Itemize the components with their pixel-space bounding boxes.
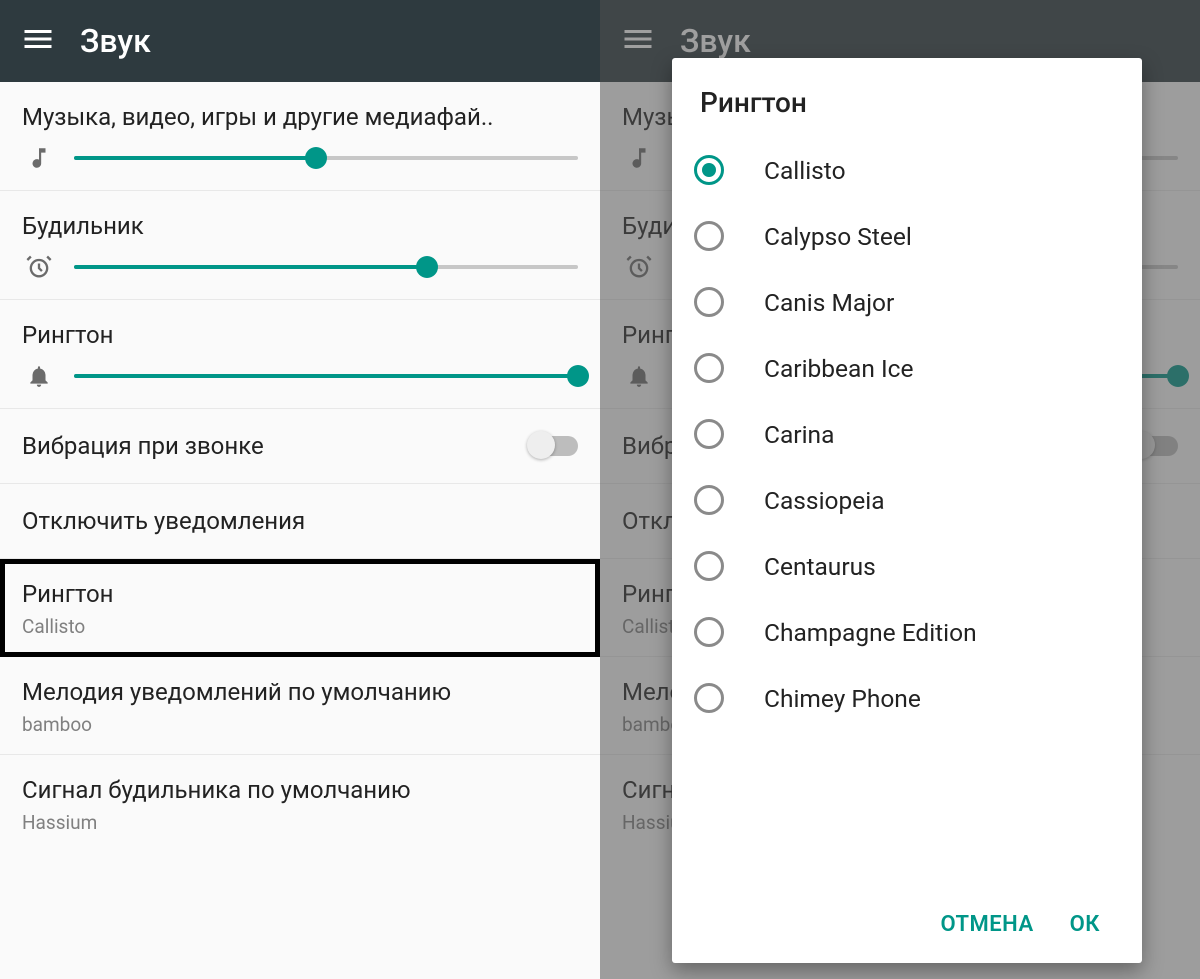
sound-settings-screen: Звук Музыка, видео, игры и другие медиаф… [0, 0, 600, 979]
radio-icon[interactable] [694, 617, 724, 647]
alarm-volume-label: Будильник [22, 211, 578, 241]
ringtone-volume-slider[interactable] [74, 362, 578, 390]
alarm-sound-value: Hassium [22, 811, 578, 834]
alarm-volume-row: Будильник [0, 191, 600, 300]
ringtone-option[interactable]: Carina [672, 401, 1142, 467]
page-title: Звук [80, 22, 151, 60]
do-not-disturb-row[interactable]: Отключить уведомления [0, 484, 600, 559]
ringtone-row-value: Callisto [22, 615, 578, 638]
ringtone-option-label: Cassiopeia [764, 486, 885, 515]
ringtone-option[interactable]: Caribbean Ice [672, 335, 1142, 401]
dialog-actions: ОТМЕНА ОК [672, 892, 1142, 963]
radio-icon[interactable] [694, 155, 724, 185]
appbar: Звук [0, 0, 600, 82]
ringtone-option-label: Carina [764, 420, 834, 449]
cancel-button[interactable]: ОТМЕНА [940, 912, 1033, 937]
notification-sound-value: bamboo [22, 713, 578, 736]
media-volume-label: Музыка, видео, игры и другие медиафай.. [22, 102, 578, 132]
ringtone-option-label: Canis Major [764, 288, 894, 317]
radio-icon[interactable] [694, 485, 724, 515]
radio-icon[interactable] [694, 353, 724, 383]
ringtone-option[interactable]: Cassiopeia [672, 467, 1142, 533]
ringtone-option-label: Calypso Steel [764, 222, 912, 251]
vibrate-on-ring-row[interactable]: Вибрация при звонке [0, 409, 600, 484]
ringtone-option[interactable]: Chimey Phone [672, 665, 1142, 731]
ok-button[interactable]: ОК [1070, 912, 1100, 937]
menu-icon[interactable] [20, 21, 56, 61]
media-volume-slider[interactable] [74, 144, 578, 172]
ringtone-option[interactable]: Canis Major [672, 269, 1142, 335]
radio-icon[interactable] [694, 551, 724, 581]
radio-icon[interactable] [694, 287, 724, 317]
dialog-title: Рингтон [672, 58, 1142, 137]
ringtone-option-label: Chimey Phone [764, 684, 921, 713]
radio-icon[interactable] [694, 419, 724, 449]
ringtone-volume-row: Рингтон [0, 300, 600, 409]
sound-settings-screen-with-dialog: Звук Музыка, видео, игры и другие медиаф… [600, 0, 1200, 979]
notification-sound-row[interactable]: Мелодия уведомлений по умолчанию bamboo [0, 657, 600, 755]
alarm-sound-label: Сигнал будильника по умолчанию [22, 775, 578, 805]
radio-icon[interactable] [694, 683, 724, 713]
notification-sound-label: Мелодия уведомлений по умолчанию [22, 677, 578, 707]
settings-list: Музыка, видео, игры и другие медиафай.. … [0, 82, 600, 852]
vibrate-label: Вибрация при звонке [22, 431, 264, 461]
alarm-clock-icon [22, 253, 56, 281]
ringtone-option[interactable]: Calypso Steel [672, 203, 1142, 269]
ringtone-option[interactable]: Champagne Edition [672, 599, 1142, 665]
music-note-icon [22, 145, 56, 171]
ringtone-option-label: Champagne Edition [764, 618, 977, 647]
ringtone-option-label: Centaurus [764, 552, 876, 581]
ringtone-list: Callisto Calypso Steel Canis Major Caribbea… [672, 137, 1142, 892]
ringtone-option[interactable]: Centaurus [672, 533, 1142, 599]
ringtone-option[interactable]: Callisto [672, 137, 1142, 203]
ringtone-picker-dialog: Рингтон Callisto Calypso Steel Canis Major… [672, 58, 1142, 963]
radio-icon[interactable] [694, 221, 724, 251]
alarm-sound-row[interactable]: Сигнал будильника по умолчанию Hassium [0, 755, 600, 852]
ringtone-row[interactable]: Рингтон Callisto [0, 559, 600, 657]
ringtone-row-label: Рингтон [22, 579, 578, 609]
dnd-label: Отключить уведомления [22, 506, 578, 536]
ringtone-option-label: Callisto [764, 156, 846, 185]
ringtone-volume-label: Рингтон [22, 320, 578, 350]
alarm-volume-slider[interactable] [74, 253, 578, 281]
bell-icon [22, 363, 56, 389]
ringtone-option-label: Caribbean Ice [764, 354, 913, 383]
media-volume-row: Музыка, видео, игры и другие медиафай.. [0, 82, 600, 191]
vibrate-toggle[interactable] [528, 436, 578, 456]
